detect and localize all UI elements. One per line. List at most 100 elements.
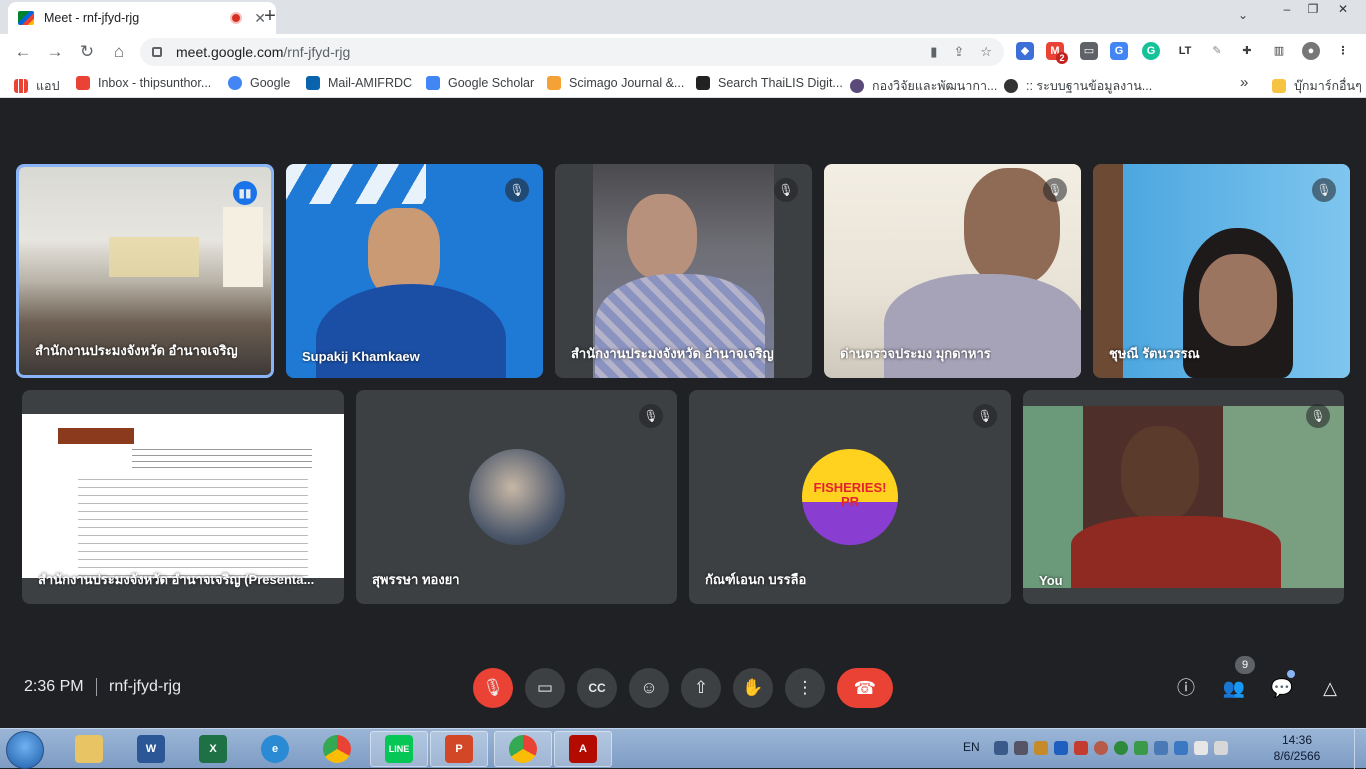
taskbar-line[interactable]: LINE bbox=[370, 731, 428, 767]
bluetooth-icon[interactable] bbox=[1054, 741, 1068, 755]
taskbar-ie[interactable]: e bbox=[246, 731, 304, 767]
tray-app-icon[interactable] bbox=[1134, 741, 1148, 755]
participant-tile[interactable]: 🎙 You bbox=[1023, 390, 1344, 604]
bookmark-item[interactable]: Inbox - thipsunthor... bbox=[76, 76, 211, 90]
bookmark-apps-label: แอป bbox=[36, 79, 60, 93]
meeting-info-icon[interactable]: ⓘ bbox=[1174, 676, 1198, 700]
action-center-flag-icon[interactable] bbox=[1194, 741, 1208, 755]
bookmark-label: :: ระบบฐานข้อมูลงาน... bbox=[1026, 79, 1153, 93]
participant-tile[interactable]: 🎙 ด่านตรวจประมง มุกดาหาร bbox=[824, 164, 1081, 378]
bookmark-item[interactable]: Mail-AMIFRDC bbox=[306, 76, 412, 90]
tray-app-icon[interactable] bbox=[1074, 741, 1088, 755]
present-screen-button[interactable]: ⇧ bbox=[681, 668, 721, 708]
taskbar-chrome-active[interactable] bbox=[494, 731, 552, 767]
participant-name: สำนักงานประมงจังหวัด อำนาจเจริญ (Present… bbox=[38, 572, 315, 587]
participant-tile[interactable]: FISHERIES! PR 🎙 กัณฑ์เอนก บรรลือ bbox=[689, 390, 1011, 604]
other-bookmarks[interactable]: บุ๊กมาร์กอื่นๆ bbox=[1272, 76, 1362, 96]
participant-tile[interactable]: ▮▮ สำนักงานประมงจังหวัด อำนาจเจริญ bbox=[16, 164, 274, 378]
taskbar-acrobat[interactable]: A bbox=[554, 731, 612, 767]
wall-map-image bbox=[109, 237, 199, 277]
start-button[interactable] bbox=[6, 731, 44, 769]
tray-app-icon[interactable] bbox=[1154, 741, 1168, 755]
bookmarks-overflow-button[interactable]: » bbox=[1240, 74, 1248, 91]
bookmark-item[interactable]: Scimago Journal &... bbox=[547, 76, 684, 90]
captions-button[interactable]: CC bbox=[577, 668, 617, 708]
clock-date: 8/6/2566 bbox=[1273, 749, 1321, 763]
extension-blue-icon[interactable]: ◆ bbox=[1016, 42, 1034, 60]
bookmark-label: Search ThaiLIS Digit... bbox=[718, 76, 843, 90]
browser-menu-icon[interactable]: ⋮ bbox=[1334, 42, 1352, 60]
person-head-image bbox=[1199, 254, 1277, 346]
tray-app-icon[interactable] bbox=[1174, 741, 1188, 755]
translate-extension-icon[interactable]: G bbox=[1110, 42, 1128, 60]
tray-app-icon[interactable] bbox=[1014, 741, 1028, 755]
share-icon[interactable]: ⇪ bbox=[953, 44, 964, 60]
extension-pen-icon[interactable]: ✎ bbox=[1208, 42, 1226, 60]
volume-icon[interactable] bbox=[1214, 741, 1228, 755]
side-panel-icon[interactable]: ▥ bbox=[1270, 42, 1288, 60]
profile-avatar[interactable]: ● bbox=[1302, 42, 1320, 60]
reactions-button[interactable]: ☺ bbox=[629, 668, 669, 708]
new-tab-button[interactable]: + bbox=[258, 5, 282, 29]
network-icon[interactable] bbox=[994, 741, 1008, 755]
participant-tile[interactable]: 🎙 สุพรรษา ทองยา bbox=[356, 390, 677, 604]
participant-name: กัณฑ์เอนก บรรลือ bbox=[705, 572, 807, 587]
end-call-button[interactable]: ☎ bbox=[837, 668, 893, 708]
presentation-header-image bbox=[58, 428, 134, 444]
extensions-puzzle-icon[interactable]: ✚ bbox=[1238, 42, 1256, 60]
mic-toggle-button[interactable]: 🎙 bbox=[473, 668, 513, 708]
google-icon bbox=[228, 76, 242, 90]
mic-off-icon: 🎙 bbox=[639, 404, 663, 428]
forward-button[interactable]: → bbox=[44, 42, 66, 62]
excel-icon: X bbox=[199, 735, 227, 763]
taskbar-word[interactable]: W bbox=[122, 731, 180, 767]
restore-button[interactable]: ❐ bbox=[1298, 0, 1328, 20]
taskbar-excel[interactable]: X bbox=[184, 731, 242, 767]
mic-off-icon: 🎙 bbox=[973, 404, 997, 428]
person-body-image bbox=[1071, 516, 1281, 588]
participant-name: สุพรรษา ทองยา bbox=[372, 572, 460, 587]
bookmark-item[interactable]: Google Scholar bbox=[426, 76, 534, 90]
speaking-indicator-icon: ▮▮ bbox=[233, 181, 257, 205]
camera-blocked-icon[interactable]: ▮ bbox=[930, 44, 937, 60]
bookmark-item[interactable]: :: ระบบฐานข้อมูลงาน... bbox=[1004, 76, 1152, 96]
tab-search-icon[interactable]: ⌄ bbox=[1238, 8, 1248, 22]
reload-button[interactable]: ↻ bbox=[76, 42, 98, 62]
system-clock[interactable]: 14:36 8/6/2566 bbox=[1266, 733, 1328, 763]
bookmark-item[interactable]: Google bbox=[228, 76, 290, 90]
chat-notification-dot bbox=[1287, 670, 1295, 678]
tray-app-icon[interactable] bbox=[1034, 741, 1048, 755]
address-bar[interactable]: meet.google.com/rnf-jfyd-rjg ▮ ⇪ ☆ bbox=[140, 38, 1004, 66]
taskbar-explorer[interactable] bbox=[60, 731, 118, 767]
back-button[interactable]: ← bbox=[12, 42, 34, 62]
window-close-button[interactable]: ✕ bbox=[1328, 0, 1358, 20]
more-options-button[interactable]: ⋮ bbox=[785, 668, 825, 708]
extension-chat-icon[interactable]: ▭ bbox=[1080, 42, 1098, 60]
taskbar-powerpoint[interactable]: P bbox=[430, 731, 488, 767]
people-icon[interactable]: 👥 bbox=[1222, 676, 1246, 700]
powerpoint-icon: P bbox=[445, 735, 473, 763]
browser-tab[interactable]: Meet - rnf-jfyd-rjg ✕ bbox=[8, 2, 276, 34]
tray-app-icon[interactable] bbox=[1114, 741, 1128, 755]
camera-toggle-button[interactable]: ▭ bbox=[525, 668, 565, 708]
activities-icon[interactable]: △ bbox=[1318, 676, 1342, 700]
participant-tile[interactable]: 🎙 Supakij Khamkaew bbox=[286, 164, 543, 378]
bookmark-item[interactable]: กองวิจัยและพัฒนากา... bbox=[850, 76, 997, 96]
participant-tile[interactable]: สำนักงานประมงจังหวัด อำนาจเจริญ (Present… bbox=[22, 390, 344, 604]
chat-icon[interactable]: 💬 bbox=[1270, 676, 1294, 700]
input-language[interactable]: EN bbox=[963, 740, 980, 754]
raise-hand-button[interactable]: ✋ bbox=[733, 668, 773, 708]
participant-tile[interactable]: 🎙 สำนักงานประมงจังหวัด อำนาจเจริญ bbox=[555, 164, 812, 378]
show-desktop-button[interactable] bbox=[1354, 729, 1366, 769]
participant-tile[interactable]: 🎙 ชุษณี รัตนวรรณ bbox=[1093, 164, 1350, 378]
tab-strip: Meet - rnf-jfyd-rjg ✕ + ⌄ – ❐ ✕ bbox=[0, 0, 1366, 34]
home-button[interactable]: ⌂ bbox=[108, 42, 130, 62]
bookmark-item[interactable]: Search ThaiLIS Digit... bbox=[696, 76, 843, 90]
grammarly-extension-icon[interactable]: G bbox=[1142, 42, 1160, 60]
extension-lt-icon[interactable]: LT bbox=[1176, 42, 1194, 60]
taskbar-chrome[interactable] bbox=[308, 731, 366, 767]
bookmark-apps[interactable]: แอป bbox=[14, 76, 60, 96]
line-icon: LINE bbox=[385, 735, 413, 763]
bookmark-star-icon[interactable]: ☆ bbox=[980, 44, 992, 60]
tray-app-icon[interactable] bbox=[1094, 741, 1108, 755]
